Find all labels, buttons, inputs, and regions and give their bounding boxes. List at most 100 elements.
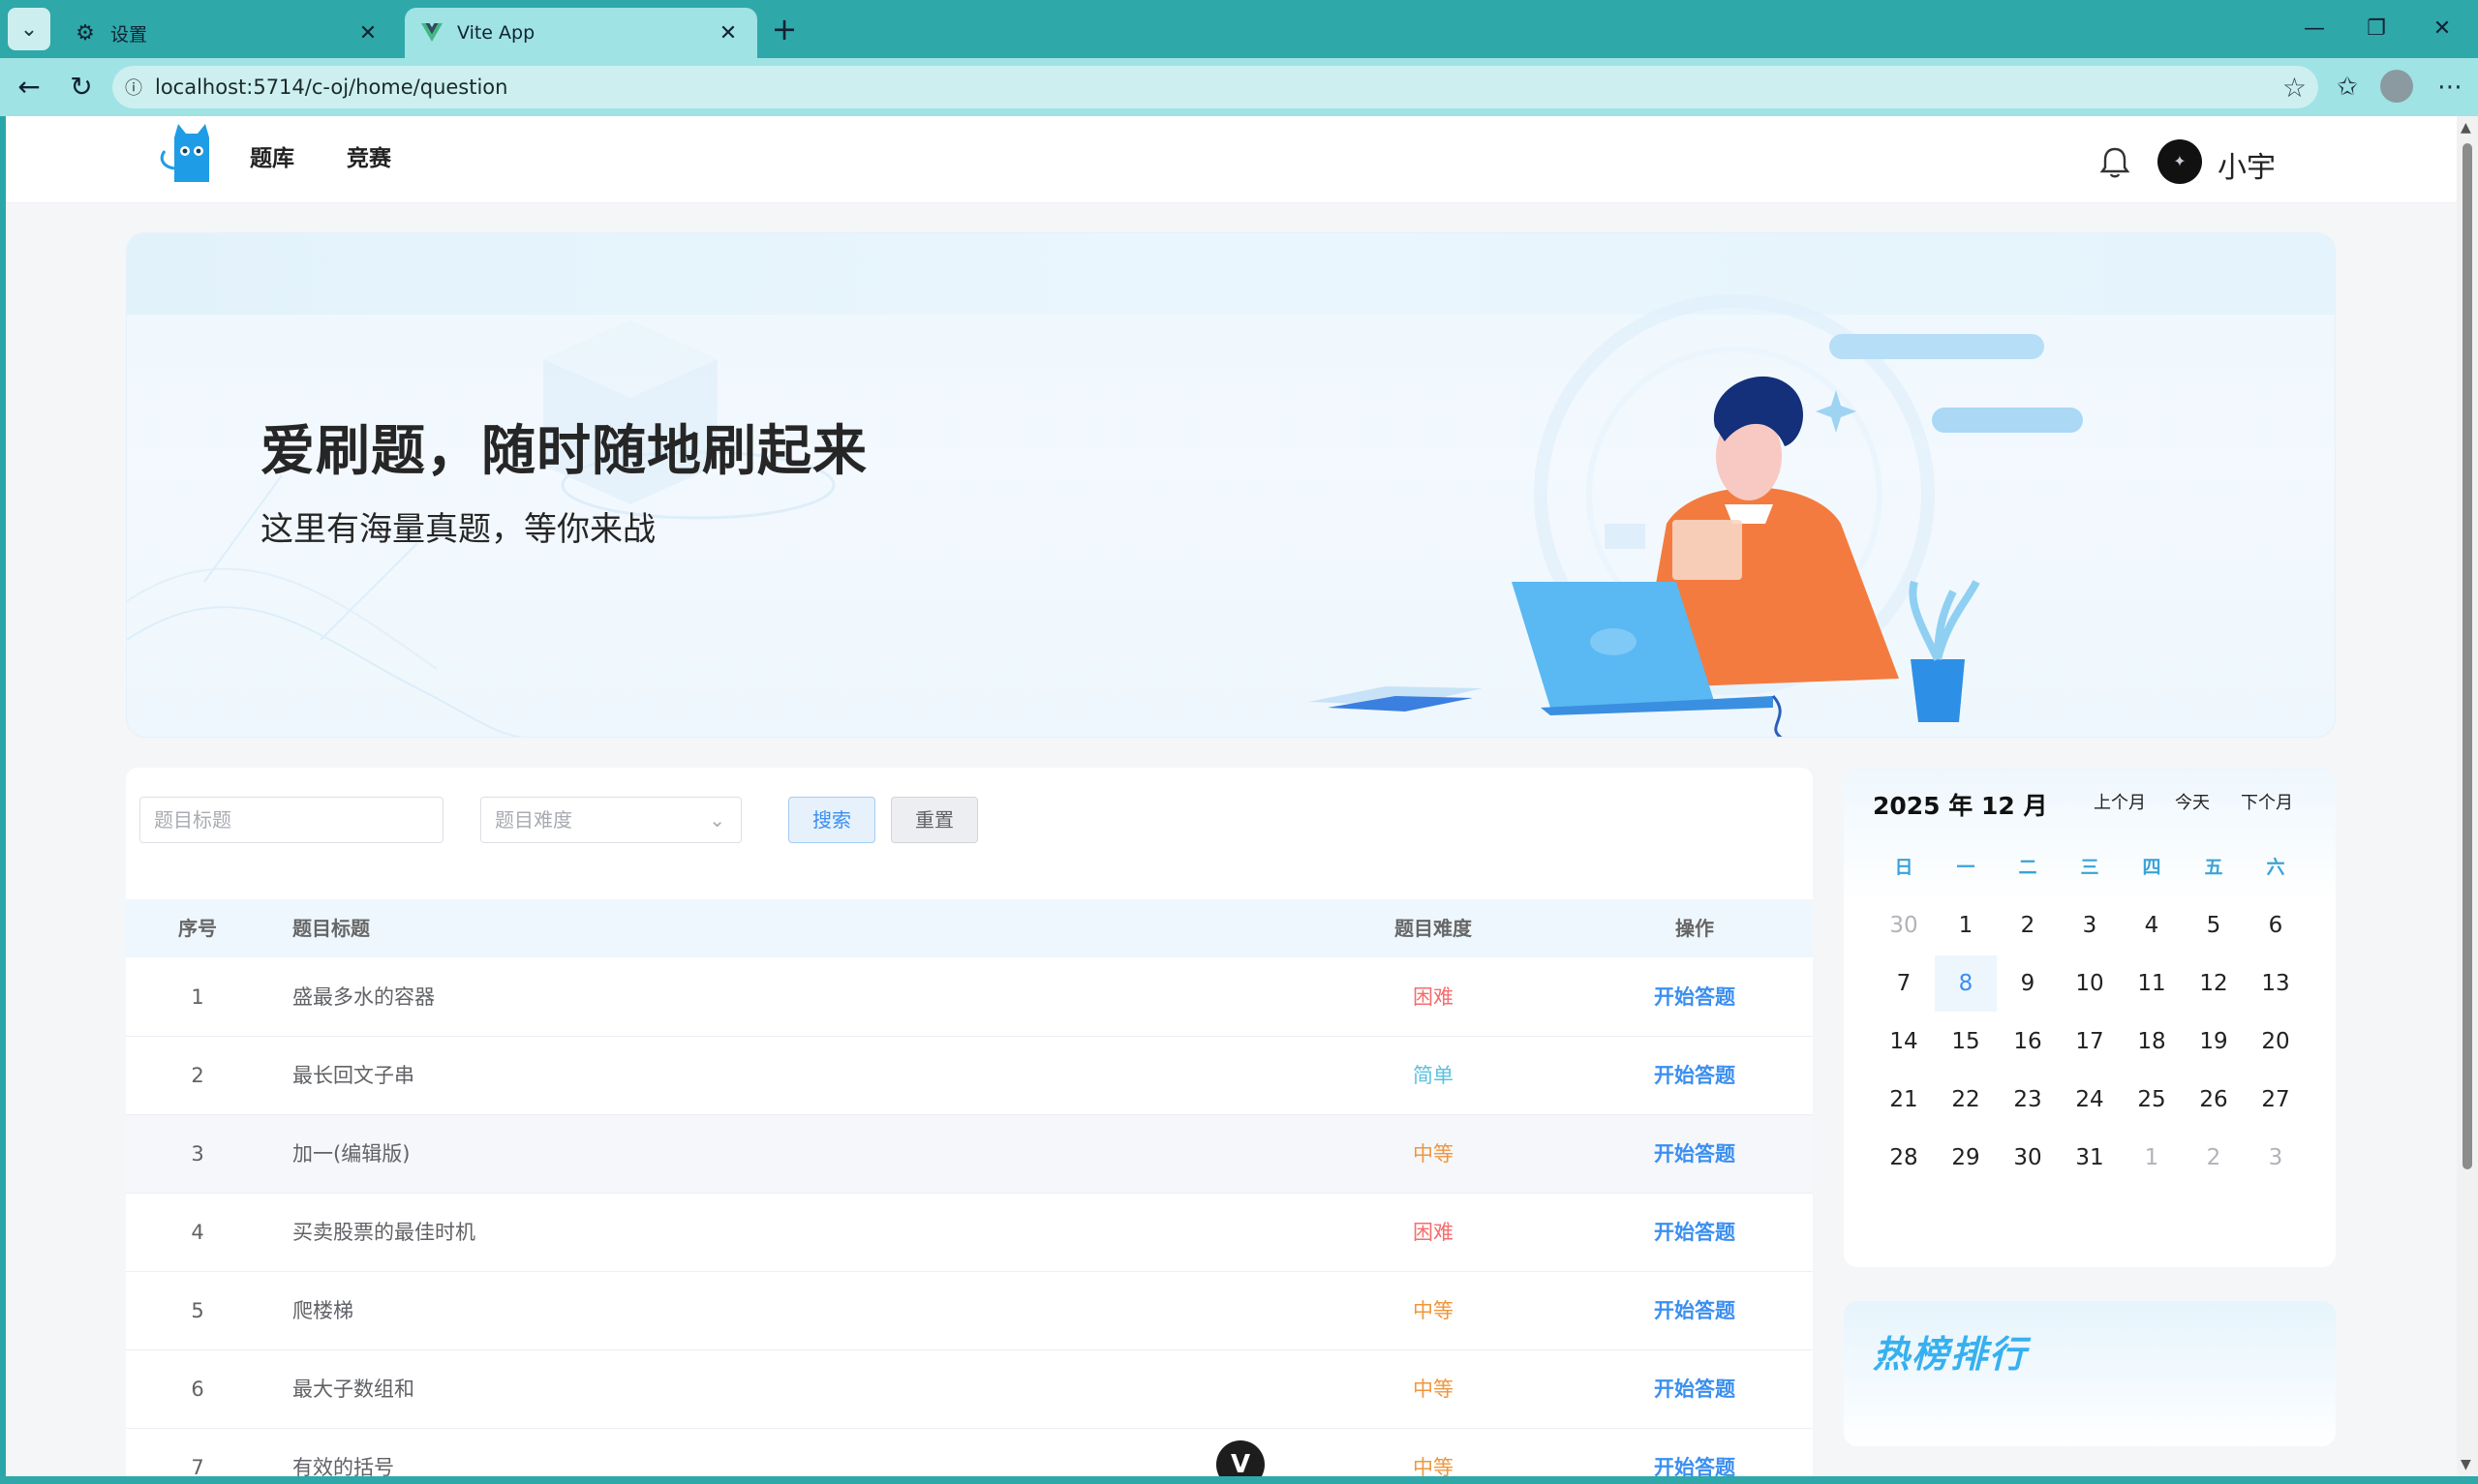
tab-settings[interactable]: ⚙ 设置 ✕ <box>58 8 397 58</box>
cat-logo-icon[interactable] <box>153 122 221 190</box>
calendar-day[interactable]: 8 <box>1935 955 1997 1012</box>
column-header-index: 序号 <box>178 917 217 940</box>
tab-vite-app[interactable]: Vite App ✕ <box>405 8 757 58</box>
address-bar-row: ← ↻ ⓘ localhost:5714/c-oj/home/question … <box>0 58 2478 116</box>
row-title[interactable]: 爬楼梯 <box>292 1272 353 1349</box>
calendar-day[interactable]: 31 <box>2059 1130 2121 1186</box>
calendar-day[interactable]: 19 <box>2183 1014 2245 1070</box>
row-index: 7 <box>191 1456 204 1476</box>
table-row[interactable]: 7 有效的括号 中等 开始答题 <box>126 1429 1813 1476</box>
table-row[interactable]: 4 买卖股票的最佳时机 困难 开始答题 <box>126 1194 1813 1272</box>
table-row[interactable]: 5 爬楼梯 中等 开始答题 <box>126 1272 1813 1350</box>
calendar-day[interactable]: 2 <box>1997 897 2059 954</box>
start-answer-link[interactable]: 开始答题 <box>1617 958 1772 1036</box>
bookmark-star-icon[interactable]: ☆ <box>2282 72 2307 104</box>
calendar-day[interactable]: 15 <box>1935 1014 1997 1070</box>
calendar-day[interactable]: 9 <box>1997 955 2059 1012</box>
calendar-day[interactable]: 30 <box>1873 897 1935 954</box>
start-answer-link[interactable]: 开始答题 <box>1617 1115 1772 1193</box>
calendar-day[interactable]: 5 <box>2183 897 2245 954</box>
calendar-day[interactable]: 1 <box>2121 1130 2183 1186</box>
scroll-up-icon[interactable]: ▲ <box>2461 120 2471 136</box>
bell-icon[interactable] <box>2096 143 2134 182</box>
restore-icon[interactable]: ❐ <box>2357 12 2396 46</box>
calendar-day[interactable]: 27 <box>2245 1072 2307 1128</box>
calendar-today-button[interactable]: 今天 <box>2175 789 2210 814</box>
nav-link-contests[interactable]: 竞赛 <box>347 139 391 172</box>
calendar-day[interactable]: 18 <box>2121 1014 2183 1070</box>
row-title[interactable]: 有效的括号 <box>292 1429 394 1476</box>
calendar-day[interactable]: 2 <box>2183 1130 2245 1186</box>
calendar-day[interactable]: 26 <box>2183 1072 2245 1128</box>
start-answer-link[interactable]: 开始答题 <box>1617 1194 1772 1271</box>
start-answer-link[interactable]: 开始答题 <box>1617 1350 1772 1428</box>
start-answer-link[interactable]: 开始答题 <box>1617 1272 1772 1349</box>
calendar-day[interactable]: 29 <box>1935 1130 1997 1186</box>
window-close-icon[interactable]: ✕ <box>2423 12 2462 46</box>
table-row[interactable]: 3 加一(编辑版) 中等 开始答题 <box>126 1115 1813 1194</box>
calendar-day[interactable]: 11 <box>2121 955 2183 1012</box>
calendar-day[interactable]: 13 <box>2245 955 2307 1012</box>
calendar-weekday: 五 <box>2204 857 2223 878</box>
table-row[interactable]: 2 最长回文子串 简单 开始答题 <box>126 1037 1813 1115</box>
tab-title: 设置 <box>110 23 148 45</box>
scrollbar-thumb[interactable] <box>2463 143 2472 1169</box>
calendar-next-month-button[interactable]: 下个月 <box>2241 789 2293 814</box>
page-scrollbar[interactable]: ▲ ▼ <box>2457 116 2478 1476</box>
difficulty-select[interactable]: 题目难度 ⌄ <box>480 797 742 843</box>
profile-avatar-icon[interactable] <box>2380 70 2413 103</box>
reload-icon[interactable]: ↻ <box>62 70 101 105</box>
search-button[interactable]: 搜索 <box>788 797 875 843</box>
calendar-day[interactable]: 14 <box>1873 1014 1935 1070</box>
difficulty-badge: 中等 <box>1413 1142 1453 1166</box>
calendar-day[interactable]: 3 <box>2245 1130 2307 1186</box>
row-index: 5 <box>191 1299 204 1322</box>
calendar-day[interactable]: 3 <box>2059 897 2121 954</box>
row-title[interactable]: 最大子数组和 <box>292 1350 414 1428</box>
url-input[interactable]: ⓘ localhost:5714/c-oj/home/question ☆ <box>112 66 2318 108</box>
nav-link-problems[interactable]: 题库 <box>250 139 294 172</box>
calendar-day[interactable]: 28 <box>1873 1130 1935 1186</box>
calendar-day[interactable]: 12 <box>2183 955 2245 1012</box>
title-search-input[interactable]: 题目标题 <box>139 797 444 843</box>
calendar-day[interactable]: 24 <box>2059 1072 2121 1128</box>
table-row[interactable]: 1 盛最多水的容器 困难 开始答题 <box>126 958 1813 1037</box>
calendar-day[interactable]: 10 <box>2059 955 2121 1012</box>
calendar-day[interactable]: 22 <box>1935 1072 1997 1128</box>
new-tab-button[interactable]: + <box>765 10 804 48</box>
calendar-day[interactable]: 1 <box>1935 897 1997 954</box>
reset-button[interactable]: 重置 <box>891 797 978 843</box>
scroll-down-icon[interactable]: ▼ <box>2461 1457 2471 1472</box>
calendar-day[interactable]: 30 <box>1997 1130 2059 1186</box>
calendar-day[interactable]: 16 <box>1997 1014 2059 1070</box>
row-title[interactable]: 买卖股票的最佳时机 <box>292 1194 475 1271</box>
calendar-day[interactable]: 25 <box>2121 1072 2183 1128</box>
calendar-day[interactable]: 6 <box>2245 897 2307 954</box>
column-header-title: 题目标题 <box>292 917 370 940</box>
more-menu-icon[interactable]: ⋯ <box>2431 70 2469 105</box>
avatar[interactable]: ✦ <box>2157 139 2202 184</box>
calendar-day[interactable]: 20 <box>2245 1014 2307 1070</box>
calendar-prev-month-button[interactable]: 上个月 <box>2094 789 2146 814</box>
start-answer-link[interactable]: 开始答题 <box>1617 1037 1772 1114</box>
close-icon[interactable]: ✕ <box>354 21 382 45</box>
calendar-day[interactable]: 21 <box>1873 1072 1935 1128</box>
calendar-day[interactable]: 4 <box>2121 897 2183 954</box>
tab-list-button[interactable]: ⌄ <box>8 8 50 50</box>
calendar-day[interactable]: 23 <box>1997 1072 2059 1128</box>
back-arrow-icon[interactable]: ← <box>10 70 48 105</box>
username[interactable]: 小宇 <box>2218 143 2276 186</box>
calendar-day[interactable]: 7 <box>1873 955 1935 1012</box>
row-title[interactable]: 加一(编辑版) <box>292 1115 410 1193</box>
favorites-icon[interactable]: ✩ <box>2328 70 2367 105</box>
row-title[interactable]: 盛最多水的容器 <box>292 958 435 1036</box>
calendar-day[interactable]: 17 <box>2059 1014 2121 1070</box>
table-header: 序号 题目标题 题目难度 操作 <box>126 899 1813 957</box>
start-answer-link[interactable]: 开始答题 <box>1617 1429 1772 1476</box>
close-icon[interactable]: ✕ <box>715 21 742 45</box>
table-row[interactable]: 6 最大子数组和 中等 开始答题 <box>126 1350 1813 1429</box>
window-bottom-border <box>0 1476 2478 1484</box>
row-title[interactable]: 最长回文子串 <box>292 1037 414 1114</box>
site-info-icon[interactable]: ⓘ <box>112 75 155 100</box>
minimize-icon[interactable]: — <box>2295 12 2334 46</box>
